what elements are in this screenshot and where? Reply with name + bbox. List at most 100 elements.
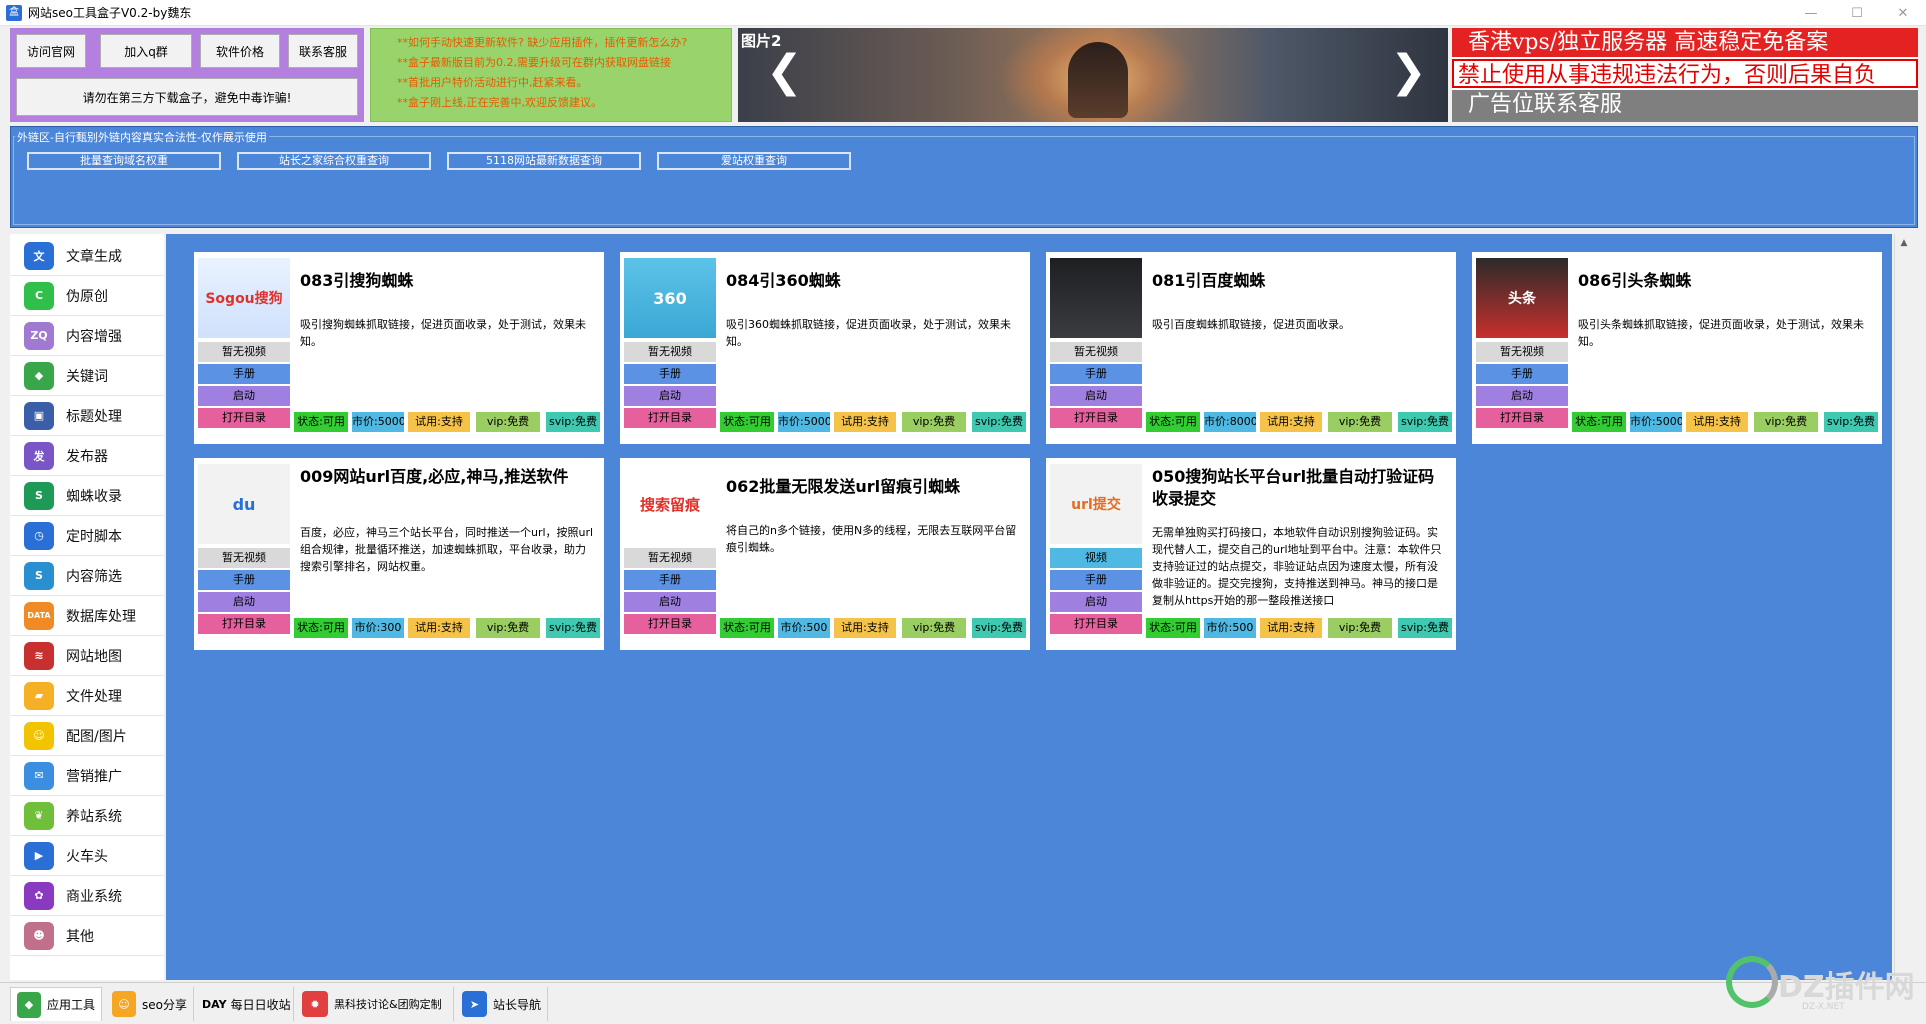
sidebar-item[interactable]: S 内容筛选 bbox=[10, 556, 164, 596]
360-spider-logo: 360 bbox=[624, 258, 716, 338]
start-button[interactable]: 启动 bbox=[1050, 386, 1142, 406]
sidebar-item[interactable]: S 蜘蛛收录 bbox=[10, 476, 164, 516]
status-badge: 状态:可用 bbox=[294, 412, 348, 432]
sidebar-item[interactable]: C 伪原创 bbox=[10, 276, 164, 316]
price-badge: 市价:8000 bbox=[1204, 412, 1256, 432]
video-button[interactable]: 暂无视频 bbox=[1476, 342, 1568, 362]
tool-title: 084引360蜘蛛 bbox=[726, 271, 841, 290]
status-badge: 状态:可用 bbox=[720, 412, 774, 432]
sidebar-item[interactable]: ZQ 内容增强 bbox=[10, 316, 164, 356]
join-qq-group-button[interactable]: 加入q群 bbox=[100, 34, 192, 68]
sidebar-item[interactable]: ☺ 配图/图片 bbox=[10, 716, 164, 756]
maximize-button[interactable]: ☐ bbox=[1834, 0, 1880, 26]
banner-carousel[interactable]: 图片2 ❮ ❯ bbox=[738, 28, 1448, 122]
sidebar-item[interactable]: ▰ 文件处理 bbox=[10, 676, 164, 716]
gear-icon: ✿ bbox=[24, 881, 54, 910]
video-button[interactable]: 暂无视频 bbox=[624, 342, 716, 362]
open-folder-button[interactable]: 打开目录 bbox=[1050, 408, 1142, 428]
vertical-scrollbar[interactable]: ▲ bbox=[1894, 234, 1912, 980]
open-folder-button[interactable]: 打开目录 bbox=[1050, 614, 1142, 634]
close-button[interactable]: ✕ bbox=[1880, 0, 1926, 26]
sidebar-item-label: 数据库处理 bbox=[66, 608, 136, 625]
svip-badge: svip:免费 bbox=[546, 618, 600, 638]
open-folder-button[interactable]: 打开目录 bbox=[198, 614, 290, 634]
vip-badge: vip:免费 bbox=[1328, 412, 1392, 432]
bottom-tab[interactable]: DAY 每日日收站 bbox=[196, 987, 294, 1021]
bottom-tab-label: 站长导航 bbox=[492, 997, 541, 1012]
open-folder-button[interactable]: 打开目录 bbox=[624, 408, 716, 428]
bottom-tab[interactable]: ✹ 黑科技讨论&团购定制 bbox=[296, 987, 454, 1021]
sidebar-item[interactable]: DATA 数据库处理 bbox=[10, 596, 164, 636]
sidebar-item[interactable]: 文文章生成 bbox=[10, 236, 164, 276]
sidebar-item[interactable]: ✉ 营销推广 bbox=[10, 756, 164, 796]
sidebar-item[interactable]: ☻ 其他 bbox=[10, 916, 164, 956]
visit-website-button[interactable]: 访问官网 bbox=[16, 34, 86, 68]
tool-title: 083引搜狗蜘蛛 bbox=[300, 271, 414, 290]
software-price-button[interactable]: 软件价格 bbox=[200, 34, 280, 68]
link-batch-domain-weight[interactable]: 批量查询域名权重 bbox=[27, 152, 221, 170]
sidebar-item[interactable]: ❦ 养站系统 bbox=[10, 796, 164, 836]
video-button[interactable]: 暂无视频 bbox=[198, 342, 290, 362]
open-folder-button[interactable]: 打开目录 bbox=[198, 408, 290, 428]
sidebar-item[interactable]: ▶ 火车头 bbox=[10, 836, 164, 876]
avatar-icon: ☻ bbox=[24, 921, 54, 950]
link-5118-data[interactable]: 5118网站最新数据查询 bbox=[447, 152, 641, 170]
bottom-tab[interactable]: ➤ 站长导航 bbox=[456, 987, 548, 1021]
sidebar-item[interactable]: ▣ 标题处理 bbox=[10, 396, 164, 436]
manual-button[interactable]: 手册 bbox=[1050, 570, 1142, 590]
start-button[interactable]: 启动 bbox=[1476, 386, 1568, 406]
link-chinaz-weight[interactable]: 站长之家综合权重查询 bbox=[237, 152, 431, 170]
start-button[interactable]: 启动 bbox=[198, 592, 290, 612]
window-title: 网站seo工具盒子V0.2-by魏东 bbox=[28, 6, 192, 20]
manual-button[interactable]: 手册 bbox=[198, 570, 290, 590]
open-folder-button[interactable]: 打开目录 bbox=[1476, 408, 1568, 428]
link-aizhan-weight[interactable]: 爱站权重查询 bbox=[657, 152, 851, 170]
bottom-tab[interactable]: ◆ 应用工具 bbox=[10, 987, 102, 1021]
trial-badge: 试用:支持 bbox=[1260, 412, 1322, 432]
sidebar-item[interactable]: 发发布器 bbox=[10, 436, 164, 476]
notice-line[interactable]: **盒子最新版目前为0.2,需要升级可在群内获取网盘链接 bbox=[397, 53, 725, 73]
manual-button[interactable]: 手册 bbox=[198, 364, 290, 384]
ad-line-hosting[interactable]: 香港vps/独立服务器 高速稳定免备案 bbox=[1452, 28, 1918, 57]
tool-card: Sogou搜狗 083引搜狗蜘蛛 吸引搜狗蜘蛛抓取链接，促进页面收录，处于测试，效果… bbox=[194, 252, 604, 444]
start-button[interactable]: 启动 bbox=[624, 592, 716, 612]
video-button[interactable]: 暂无视频 bbox=[624, 548, 716, 568]
notice-line[interactable]: **盒子刚上线,正在完善中,欢迎反馈建议。 bbox=[397, 93, 725, 113]
bottom-tab[interactable]: ☺ seo分享 bbox=[106, 987, 194, 1021]
window-controls: — ☐ ✕ bbox=[1788, 0, 1926, 26]
video-button[interactable]: 视频 bbox=[1050, 548, 1142, 568]
day-icon: DAY bbox=[202, 991, 227, 1017]
video-button[interactable]: 暂无视频 bbox=[198, 548, 290, 568]
video-button[interactable]: 暂无视频 bbox=[1050, 342, 1142, 362]
carousel-prev-icon[interactable]: ❮ bbox=[766, 50, 803, 94]
sidebar-item[interactable]: ≋ 网站地图 bbox=[10, 636, 164, 676]
manual-button[interactable]: 手册 bbox=[1050, 364, 1142, 384]
status-badge: 状态:可用 bbox=[1146, 412, 1200, 432]
baidu-bing-shenma-logos: du bbox=[198, 464, 290, 544]
sidebar-item[interactable]: ◆ 关键词 bbox=[10, 356, 164, 396]
start-button[interactable]: 启动 bbox=[198, 386, 290, 406]
manual-button[interactable]: 手册 bbox=[1476, 364, 1568, 384]
contact-support-button[interactable]: 联系客服 bbox=[288, 34, 358, 68]
tool-card: du 009网站url百度,必应,神马,推送软件 百度，必应，神马三个站长平台，同时… bbox=[194, 458, 604, 650]
tool-card: 360 084引360蜘蛛 吸引360蜘蛛抓取链接，促进页面收录，处于测试，效果未知… bbox=[620, 252, 1030, 444]
start-button[interactable]: 启动 bbox=[1050, 592, 1142, 612]
notice-line[interactable]: **如何手动快速更新软件? 缺少应用插件，插件更新怎么办? bbox=[397, 33, 725, 53]
sidebar-item[interactable]: ✿ 商业系统 bbox=[10, 876, 164, 916]
notice-line[interactable]: **首批用户特价活动进行中,赶紧来看。 bbox=[397, 73, 725, 93]
open-folder-button[interactable]: 打开目录 bbox=[624, 614, 716, 634]
ad-line-contact[interactable]: 广告位联系客服 bbox=[1452, 90, 1918, 122]
start-button[interactable]: 启动 bbox=[624, 386, 716, 406]
carousel-next-icon[interactable]: ❯ bbox=[1390, 50, 1427, 94]
vip-badge: vip:免费 bbox=[1328, 618, 1392, 638]
ad-panel[interactable]: 香港vps/独立服务器 高速稳定免备案 禁止使用从事违规违法行为，否则后果自负 … bbox=[1452, 28, 1918, 122]
status-badge: 状态:可用 bbox=[294, 618, 348, 638]
box-icon: ▣ bbox=[24, 401, 54, 430]
manual-button[interactable]: 手册 bbox=[624, 364, 716, 384]
sidebar-item[interactable]: ◷ 定时脚本 bbox=[10, 516, 164, 556]
manual-button[interactable]: 手册 bbox=[624, 570, 716, 590]
anti-fraud-warning-button[interactable]: 请勿在第三方下载盒子，避免中毒诈骗! bbox=[16, 78, 358, 116]
sidebar-item-label: 标题处理 bbox=[66, 408, 122, 425]
minimize-button[interactable]: — bbox=[1788, 0, 1834, 26]
scroll-up-icon[interactable]: ▲ bbox=[1895, 234, 1913, 252]
